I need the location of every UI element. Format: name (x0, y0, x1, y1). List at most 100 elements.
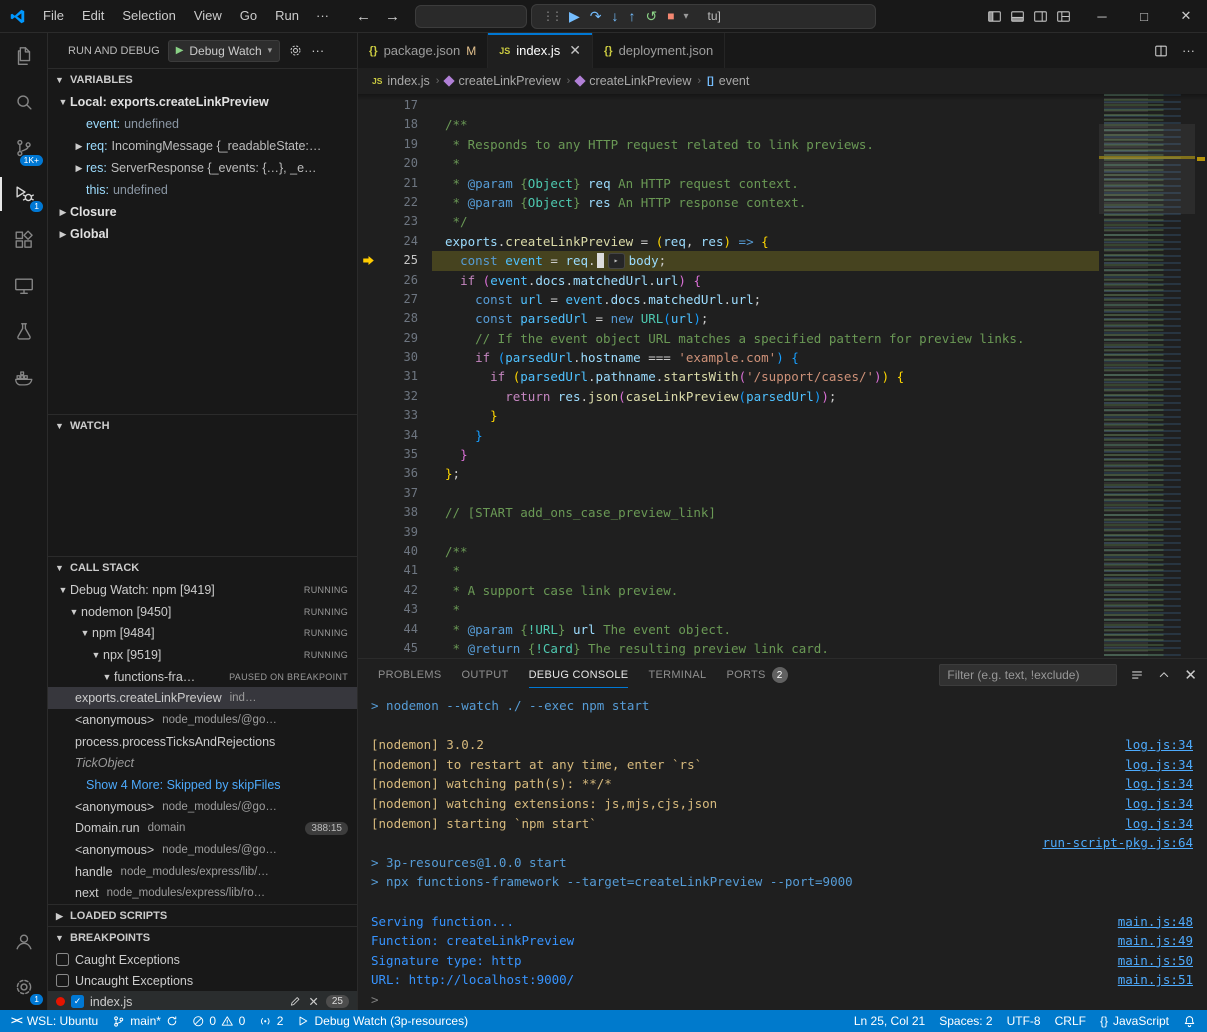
gutter-line-28[interactable]: 28 (358, 309, 432, 328)
gutter-line-17[interactable]: 17 (358, 96, 432, 115)
activity-search[interactable] (0, 79, 48, 125)
code-area[interactable]: 1718/**19 * Responds to any HTTP request… (358, 94, 1099, 658)
gutter-line-20[interactable]: 20 (358, 154, 432, 173)
breakpoint-checkbox[interactable] (56, 953, 69, 966)
minimize-button[interactable]: ─ (1081, 0, 1123, 32)
breadcrumb-item[interactable]: createLinkPreview (445, 74, 560, 88)
stack-frame-row[interactable]: <anonymous>node_modules/@go… (48, 839, 357, 861)
watch-header[interactable]: ▼ WATCH (48, 415, 357, 437)
step-into-button[interactable]: ↓ (612, 9, 619, 23)
menu-view[interactable]: View (185, 0, 231, 32)
start-debug-icon[interactable]: ▶ (176, 45, 184, 56)
console-source-link[interactable]: run-script-pkg.js:64 (1042, 833, 1193, 853)
stack-frame-row[interactable]: process.processTicksAndRejections (48, 731, 357, 753)
status-eol[interactable]: CRLF (1048, 1010, 1093, 1032)
breadcrumb-item[interactable]: []event (707, 74, 749, 88)
status-encoding[interactable]: UTF-8 (1000, 1010, 1048, 1032)
gutter-line-22[interactable]: 22 (358, 193, 432, 212)
gutter-line-34[interactable]: 34 (358, 426, 432, 445)
stack-frame-row[interactable]: <anonymous>node_modules/@go… (48, 796, 357, 818)
menu-selection[interactable]: Selection (113, 0, 184, 32)
activity-remote-explorer[interactable] (0, 263, 48, 309)
console-source-link[interactable]: log.js:34 (1125, 814, 1193, 834)
gutter-line-31[interactable]: 31 (358, 367, 432, 386)
console-source-link[interactable]: main.js:51 (1118, 970, 1193, 990)
console-source-link[interactable]: log.js:34 (1125, 735, 1193, 755)
menu-file[interactable]: File (34, 0, 73, 32)
gutter-line-42[interactable]: 42 (358, 581, 432, 600)
toggle-panel-icon[interactable] (1010, 9, 1025, 24)
menu-edit[interactable]: Edit (73, 0, 113, 32)
breakpoints-header[interactable]: ▼ BREAKPOINTS (48, 927, 357, 949)
gutter-line-41[interactable]: 41 (358, 561, 432, 580)
gutter-line-18[interactable]: 18 (358, 115, 432, 134)
variables-header[interactable]: ▼ VARIABLES (48, 69, 357, 91)
toggle-sidebar-icon[interactable] (987, 9, 1002, 24)
stack-frame-row[interactable]: TickObject (48, 753, 357, 775)
stack-frame-row[interactable]: handlenode_modules/express/lib/… (48, 861, 357, 883)
panel-tab-ports[interactable]: PORTS2 (726, 659, 787, 691)
console-input-row[interactable]: > (371, 990, 1207, 1010)
close-panel-icon[interactable]: ✕ (1184, 666, 1197, 684)
breakpoint-row[interactable]: ✓index.js✕25 (48, 991, 357, 1010)
tab-index-js[interactable]: JSindex.js✕ (488, 33, 593, 68)
command-center-search[interactable] (415, 5, 527, 28)
gutter-line-19[interactable]: 19 (358, 135, 432, 154)
chevron-down-icon[interactable]: ▼ (89, 650, 103, 660)
console-source-link[interactable]: main.js:48 (1118, 912, 1193, 932)
gutter-line-27[interactable]: 27 (358, 290, 432, 309)
stack-frame-row[interactable]: Show 4 More: Skipped by skipFiles (48, 774, 357, 796)
chevron-right-icon[interactable]: ▶ (56, 207, 70, 218)
continue-button[interactable]: ▶ (569, 9, 580, 23)
breakpoint-row[interactable]: Caught Exceptions (48, 949, 357, 970)
stack-frame-row[interactable]: <anonymous>node_modules/@go… (48, 709, 357, 731)
minimap[interactable] (1099, 94, 1195, 658)
stack-frame-row[interactable]: exports.createLinkPreviewind… (48, 687, 357, 709)
close-tab-icon[interactable]: ✕ (569, 42, 581, 59)
chevron-right-icon[interactable]: ▶ (72, 141, 86, 152)
activity-extensions[interactable] (0, 217, 48, 263)
gutter-line-43[interactable]: 43 (358, 600, 432, 619)
step-over-button[interactable]: ↷ (590, 9, 602, 23)
gutter-line-40[interactable]: 40 (358, 542, 432, 561)
gutter-line-38[interactable]: 38 (358, 503, 432, 522)
gutter-line-21[interactable]: 21 (358, 174, 432, 193)
gutter-line-36[interactable]: 36 (358, 464, 432, 483)
activity-containers[interactable] (0, 355, 48, 401)
variables-scope-row[interactable]: ▶Global (48, 223, 357, 245)
gutter-line-35[interactable]: 35 (358, 445, 432, 464)
chevron-down-icon[interactable]: ▼ (78, 628, 92, 638)
go-back-icon[interactable]: ← (351, 8, 376, 25)
activity-testing[interactable] (0, 309, 48, 355)
console-filter-input[interactable] (939, 664, 1117, 686)
drag-handle-icon[interactable]: ⋮⋮ (542, 9, 560, 23)
console-source-link[interactable]: log.js:34 (1125, 755, 1193, 775)
activity-explorer[interactable] (0, 33, 48, 79)
panel-tab-debug-console[interactable]: DEBUG CONSOLE (529, 659, 629, 691)
status-indentation[interactable]: Spaces: 2 (932, 1010, 999, 1032)
chevron-down-icon[interactable]: ▼ (56, 585, 70, 595)
customize-layout-icon[interactable] (1056, 9, 1071, 24)
stop-button[interactable]: ■ (667, 10, 674, 22)
variables-scope-row[interactable]: ▶Closure (48, 201, 357, 223)
stack-frame-row[interactable]: Domain.rundomain388:15 (48, 818, 357, 840)
status-notifications[interactable] (1176, 1010, 1203, 1032)
variable-row[interactable]: ▶res:ServerResponse {_events: {…}, _e… (48, 157, 357, 179)
chevron-down-icon[interactable]: ▼ (56, 97, 70, 107)
go-forward-icon[interactable]: → (380, 8, 405, 25)
menu-overflow-button[interactable]: ··· (308, 0, 337, 32)
console-source-link[interactable]: main.js:50 (1118, 951, 1193, 971)
variable-row[interactable]: event:undefined (48, 113, 357, 135)
chevron-right-icon[interactable]: ▶ (56, 229, 70, 240)
stack-frame-row[interactable]: nextnode_modules/express/lib/ro… (48, 883, 357, 904)
step-out-button[interactable]: ↑ (629, 9, 636, 23)
remove-breakpoint-icon[interactable]: ✕ (308, 994, 318, 1009)
call-stack-header[interactable]: ▼ CALL STACK (48, 557, 357, 579)
views-more-actions-icon[interactable]: ··· (311, 43, 324, 58)
chevron-down-icon[interactable]: ▾ (684, 11, 689, 22)
minimap-slider[interactable] (1099, 124, 1195, 214)
toggle-secondary-sidebar-icon[interactable] (1033, 9, 1048, 24)
gutter-line-24[interactable]: 24 (358, 232, 432, 251)
status-debug-session[interactable]: Debug Watch (3p-resources) (290, 1010, 475, 1032)
menu-go[interactable]: Go (231, 0, 266, 32)
